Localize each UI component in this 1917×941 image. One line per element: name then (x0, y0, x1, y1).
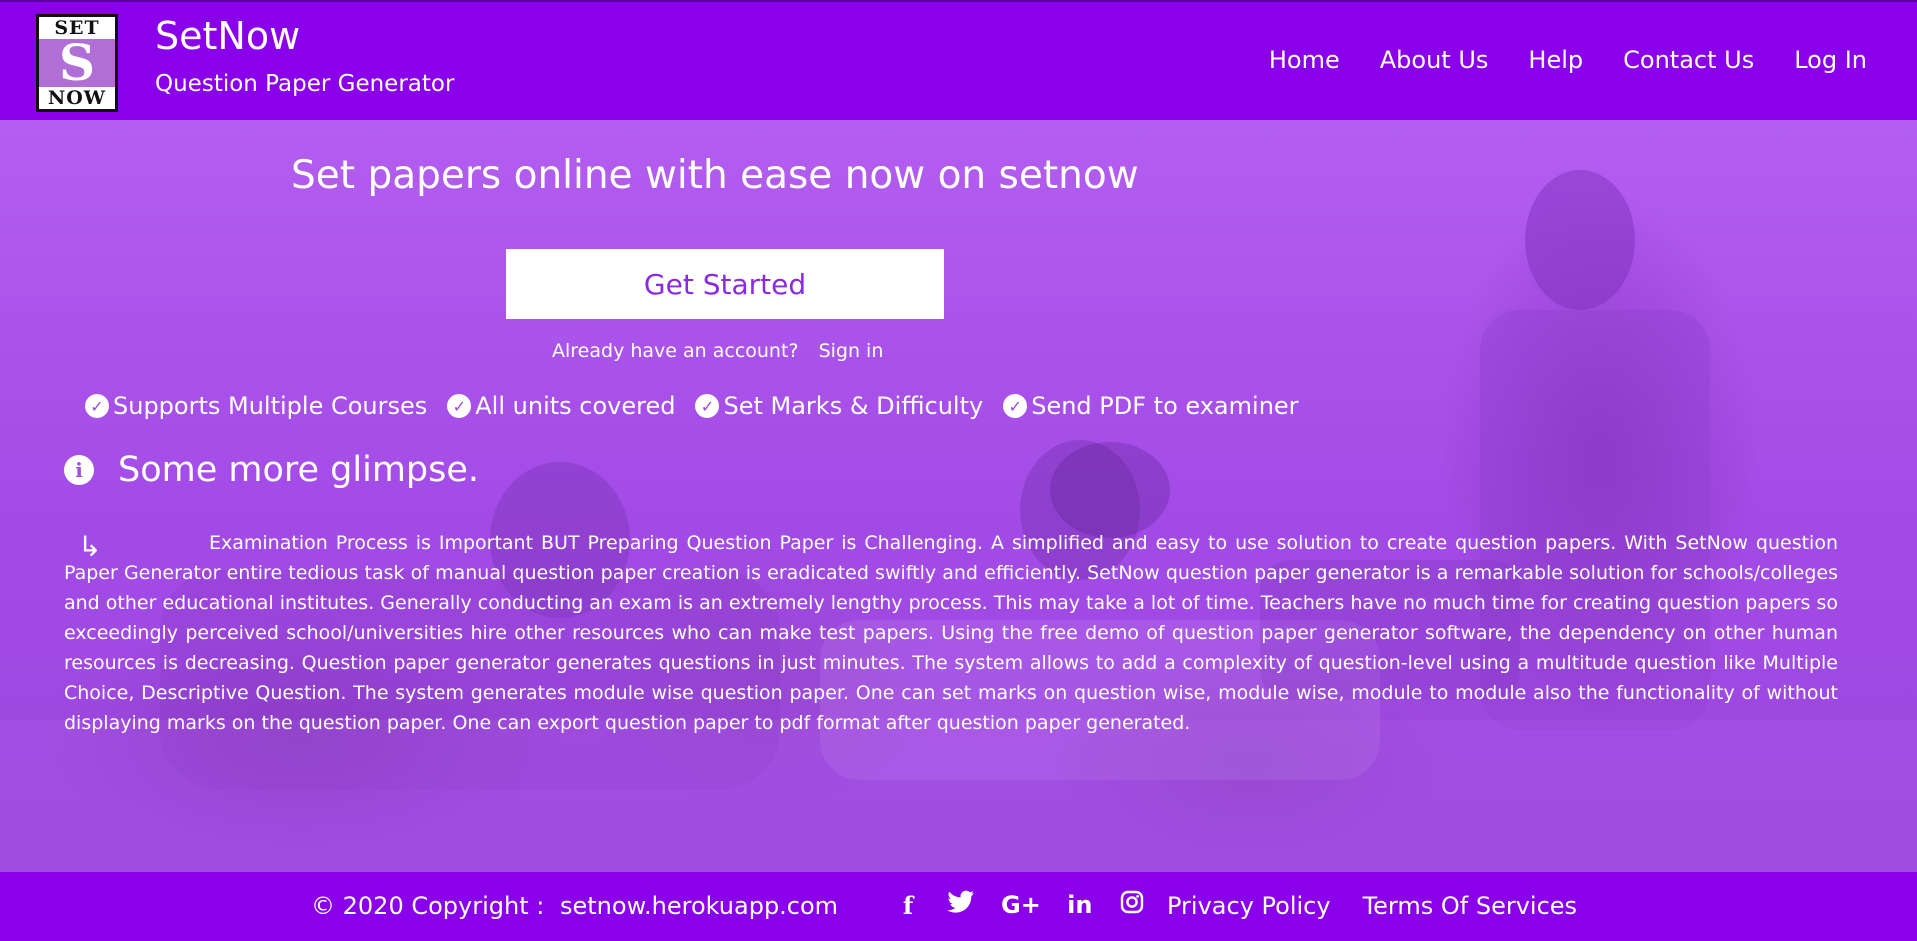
domain-text[interactable]: setnow.herokuapp.com (560, 892, 838, 920)
feature-label: Send PDF to examiner (1031, 392, 1299, 420)
check-circle-icon: ✓ (85, 394, 109, 418)
hero-title: Set papers online with ease now on setno… (291, 153, 1139, 198)
feature-item: ✓ Set Marks & Difficulty (695, 392, 983, 420)
sign-in-link[interactable]: Sign in (819, 340, 884, 362)
feature-label: Supports Multiple Courses (113, 392, 428, 420)
legal-links: Privacy Policy Terms Of Services (1167, 892, 1577, 920)
feature-list: ✓ Supports Multiple Courses ✓ All units … (85, 392, 1299, 420)
main-nav: Home About Us Help Contact Us Log In (1269, 46, 1867, 74)
glimpse-heading-row: i Some more glimpse. (64, 450, 479, 490)
nav-login-link[interactable]: Log In (1794, 46, 1867, 74)
nav-contact-link[interactable]: Contact Us (1623, 46, 1754, 74)
feature-label: Set Marks & Difficulty (723, 392, 984, 420)
brand-tagline: Question Paper Generator (155, 71, 455, 97)
facebook-icon[interactable]: f (895, 891, 921, 920)
hero-section: Set papers online with ease now on setno… (0, 120, 1917, 872)
instagram-icon[interactable] (1119, 890, 1145, 920)
check-circle-icon: ✓ (447, 394, 472, 418)
glimpse-title: Some more glimpse. (118, 450, 480, 490)
logo-mid-text: S (39, 38, 115, 88)
check-circle-icon: ✓ (695, 394, 720, 418)
get-started-button[interactable]: Get Started (506, 249, 944, 319)
nav-about-link[interactable]: About Us (1380, 46, 1489, 74)
social-links: f G+ in (895, 890, 1145, 920)
setnow-logo[interactable]: SET S NOW (36, 14, 118, 112)
account-prompt-row: Already have an account? Sign in (552, 340, 883, 362)
feature-item: ✓ Supports Multiple Courses (85, 392, 427, 420)
classroom-background-image (0, 170, 1917, 872)
twitter-icon[interactable] (947, 890, 975, 920)
terms-of-services-link[interactable]: Terms Of Services (1363, 892, 1577, 920)
brand-name[interactable]: SetNow (155, 14, 300, 58)
feature-item: ✓ All units covered (447, 392, 675, 420)
glimpse-paragraph: Examination Process is Important BUT Pre… (64, 532, 1838, 734)
info-icon: i (64, 455, 94, 485)
check-circle-icon: ✓ (1003, 394, 1028, 418)
nav-help-link[interactable]: Help (1528, 46, 1583, 74)
feature-label: All units covered (475, 392, 676, 420)
header-bar: SET S NOW SetNow Question Paper Generato… (0, 0, 1917, 120)
nav-home-link[interactable]: Home (1269, 46, 1340, 74)
feature-item: ✓ Send PDF to examiner (1003, 392, 1299, 420)
logo-bottom-text: NOW (39, 87, 115, 109)
account-prompt-text: Already have an account? (552, 340, 799, 362)
privacy-policy-link[interactable]: Privacy Policy (1167, 892, 1331, 920)
google-plus-icon[interactable]: G+ (1001, 891, 1041, 919)
linkedin-icon[interactable]: in (1067, 891, 1093, 919)
copyright-text: © 2020 Copyright : (311, 892, 545, 920)
footer-bar: © 2020 Copyright : setnow.herokuapp.com … (0, 872, 1917, 941)
